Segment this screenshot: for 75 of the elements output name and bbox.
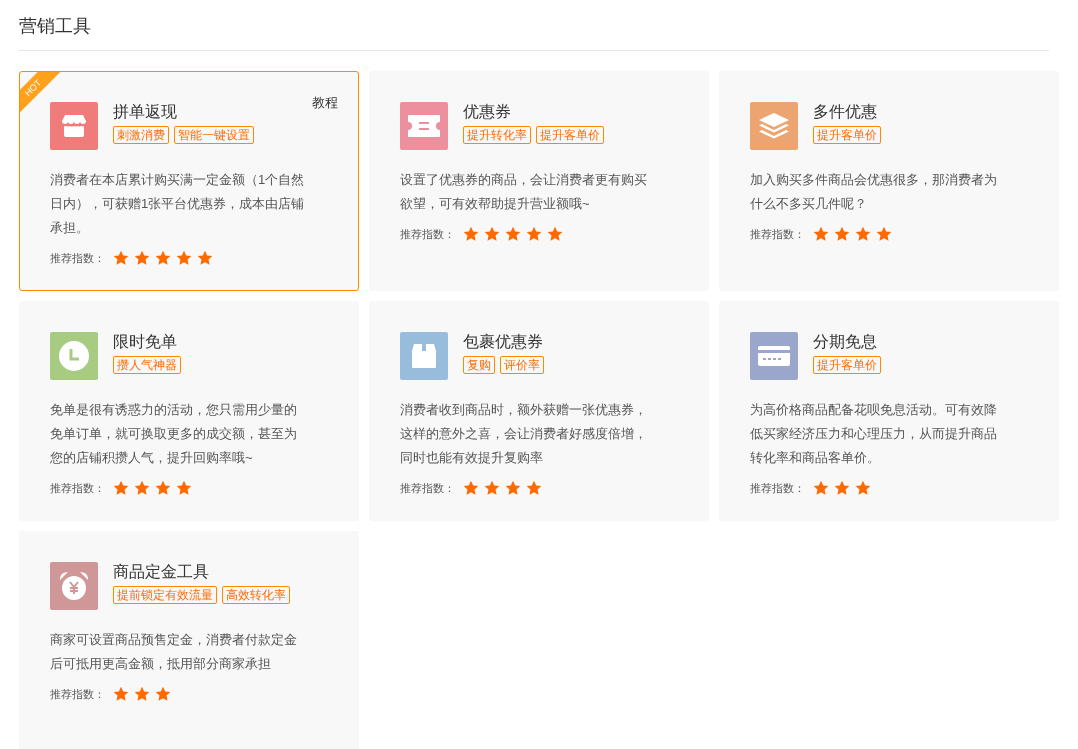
rating-label: 推荐指数： — [50, 250, 105, 266]
star-icon — [505, 226, 521, 242]
tag-label: 提升客单价 — [536, 126, 604, 144]
star-icon — [134, 686, 150, 702]
page-title: 营销工具 — [19, 0, 1049, 51]
star-icon — [547, 226, 563, 242]
tool-title: 包裹优惠券 — [463, 332, 544, 352]
star-icon — [813, 226, 829, 242]
star-icon — [526, 480, 542, 496]
star-icon — [176, 480, 192, 496]
star-icon — [834, 226, 850, 242]
tool-description: 免单是很有诱惑力的活动，您只需用少量的免单订单，就可换取更多的成交额，甚至为您的店铺积攒人气，提升回购率哦~ — [50, 401, 298, 467]
rating-label: 推荐指数： — [400, 480, 455, 496]
box-icon — [412, 344, 436, 368]
tool-description: 消费者在本店累计购买满一定金额（1个自然日内），可获赠1张平台优惠券，成本由店铺承担。 — [50, 171, 306, 237]
tool-description: 商家可设置商品预售定金，消费者付款定金后可抵用更高金额，抵用部分商家承担 — [50, 631, 298, 673]
star-icon — [855, 226, 871, 242]
rating-label: 推荐指数： — [750, 480, 805, 496]
tutorial-link[interactable]: 教程 — [312, 94, 338, 112]
ticket-icon — [408, 115, 440, 137]
tool-description: 为高价格商品配备花呗免息活动。可有效降低买家经济压力和心理压力，从而提升商品转化率和商品客单价。 — [750, 401, 998, 467]
star-icon — [505, 480, 521, 496]
tag-label: 评价率 — [500, 356, 544, 374]
tool-card[interactable]: 限时免单 攒人气神器 免单是很有诱惑力的活动，您只需用少量的免单订单，就可换取更多的成交额，甚至为您的店铺积攒人气，提升回购率哦~ 推荐指数： — [19, 301, 359, 521]
star-icon — [113, 250, 129, 266]
tool-description: 设置了优惠券的商品，会让消费者更有购买欲望，可有效帮助提升营业额哦~ — [400, 171, 648, 213]
credit-card-icon — [758, 346, 790, 366]
rating-label: 推荐指数： — [50, 480, 105, 496]
rating-label: 推荐指数： — [400, 226, 455, 242]
rating-label: 推荐指数： — [750, 226, 805, 242]
tool-card[interactable]: 分期免息 提升客单价 为高价格商品配备花呗免息活动。可有效降低买家经济压力和心理压力，从而提升商品转化率和商品客单价。 推荐指数： — [719, 301, 1059, 521]
star-icon — [197, 250, 213, 266]
star-icon — [463, 226, 479, 242]
star-icon — [526, 226, 542, 242]
tool-card[interactable]: 多件优惠 提升客单价 加入购买多件商品会优惠很多，那消费者为什么不多买几件呢？ 推荐指数： — [719, 71, 1059, 291]
star-icon — [134, 480, 150, 496]
tag-label: 提升转化率 — [463, 126, 531, 144]
tag-label: 刺激消费 — [113, 126, 169, 144]
tool-title: 优惠券 — [463, 102, 512, 122]
tag-label: 高效转化率 — [222, 586, 290, 604]
tool-title: 多件优惠 — [813, 102, 878, 122]
tag-label: 提前锁定有效流量 — [113, 586, 217, 604]
tool-title: 拼单返现 — [113, 102, 178, 122]
star-icon — [813, 480, 829, 496]
tag-label: 复购 — [463, 356, 495, 374]
star-icon — [484, 226, 500, 242]
star-icon — [855, 480, 871, 496]
star-icon — [463, 480, 479, 496]
clock-icon — [59, 341, 89, 371]
star-icon — [834, 480, 850, 496]
tool-title: 商品定金工具 — [113, 562, 210, 582]
star-icon — [155, 250, 171, 266]
star-icon — [155, 686, 171, 702]
tool-title: 分期免息 — [813, 332, 878, 352]
tag-label: 智能一键设置 — [174, 126, 254, 144]
star-icon — [113, 686, 129, 702]
star-icon — [484, 480, 500, 496]
star-icon — [134, 250, 150, 266]
tool-card[interactable]: 包裹优惠券 复购 评价率 消费者收到商品时，额外获赠一张优惠券，这样的意外之喜，会让消费者好感度倍增，同时也能有效提升复购率 推荐指数： — [369, 301, 709, 521]
tool-title: 限时免单 — [113, 332, 178, 352]
tag-label: 攒人气神器 — [113, 356, 181, 374]
star-icon — [155, 480, 171, 496]
alarm-clock-icon — [59, 571, 89, 601]
star-icon — [176, 250, 192, 266]
tool-card[interactable]: 商品定金工具 提前锁定有效流量 高效转化率 商家可设置商品预售定金，消费者付款定金后可抵用更高金额，抵用部分商家承担 推荐指数： — [19, 531, 359, 749]
star-icon — [876, 226, 892, 242]
layers-icon — [759, 113, 789, 139]
star-icon — [113, 480, 129, 496]
storefront-icon — [62, 115, 86, 137]
tool-description: 加入购买多件商品会优惠很多，那消费者为什么不多买几件呢？ — [750, 171, 998, 213]
tag-label: 提升客单价 — [813, 356, 881, 374]
rating-label: 推荐指数： — [50, 686, 105, 702]
tag-label: 提升客单价 — [813, 126, 881, 144]
tool-description: 消费者收到商品时，额外获赠一张优惠券，这样的意外之喜，会让消费者好感度倍增，同时也能有效提升复购率 — [400, 401, 648, 467]
tool-card[interactable]: 优惠券 提升转化率 提升客单价 设置了优惠券的商品，会让消费者更有购买欲望，可有效帮助提升营业额哦~ 推荐指数： — [369, 71, 709, 291]
